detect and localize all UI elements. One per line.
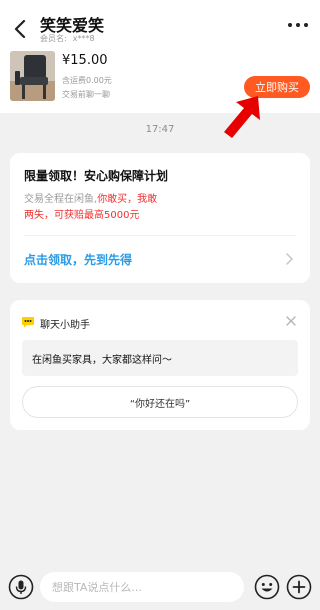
member-label: 会员名: [40,34,67,43]
chair-image [10,51,55,101]
claim-link[interactable]: 点击领取，先到先得 [24,251,132,268]
back-arrow-icon [14,20,26,38]
chat-hint: 交易前聊一聊 [62,90,110,99]
product-price: ¥15.00 [62,53,108,68]
emoji-icon[interactable] [254,574,280,600]
shipping-info: 含运费0.00元 [62,76,112,85]
assistant-title: 聊天小助手 [40,320,90,331]
assistant-question: 在闲鱼买家具，大家都这样问～ [22,340,298,376]
guarantee-card: 限量领取！安心购保障计划 交易全程在闲鱼,你敢买，我敢 两失，可获赔最高5000… [10,153,310,283]
guarantee-title: 限量领取！安心购保障计划 [24,169,169,183]
divider [24,235,296,236]
more-dots-icon [296,23,300,27]
close-icon[interactable] [286,316,296,326]
chat-assistant-card: 聊天小助手 在闲鱼买家具，大家都这样问～ “你好还在吗” [10,300,310,430]
more-dots-icon [304,23,308,27]
chevron-right-icon[interactable] [286,253,294,265]
quick-reply-button[interactable]: “你好还在吗” [22,386,298,418]
status-bar [0,0,320,8]
guarantee-desc-gray: 交易全程在闲鱼, [24,194,98,205]
guarantee-compensation: 两失，可获赔最高5000元 [24,210,140,221]
input-bar [0,566,320,610]
more-button[interactable] [288,20,308,30]
message-input[interactable] [40,572,244,602]
back-button[interactable] [12,16,28,42]
plus-icon[interactable] [286,574,312,600]
microphone-icon[interactable] [8,574,34,600]
guarantee-description: 交易全程在闲鱼,你敢买，我敢 [24,190,157,205]
member-info: 会员名: x***8 [40,33,95,44]
more-dots-icon [288,23,292,27]
message-timestamp: 17:47 [145,124,175,135]
chat-bubble-icon [22,317,34,328]
member-name: x***8 [72,34,95,43]
product-thumbnail[interactable] [10,51,55,101]
guarantee-desc-red: 你敢买，我敢 [97,194,158,205]
